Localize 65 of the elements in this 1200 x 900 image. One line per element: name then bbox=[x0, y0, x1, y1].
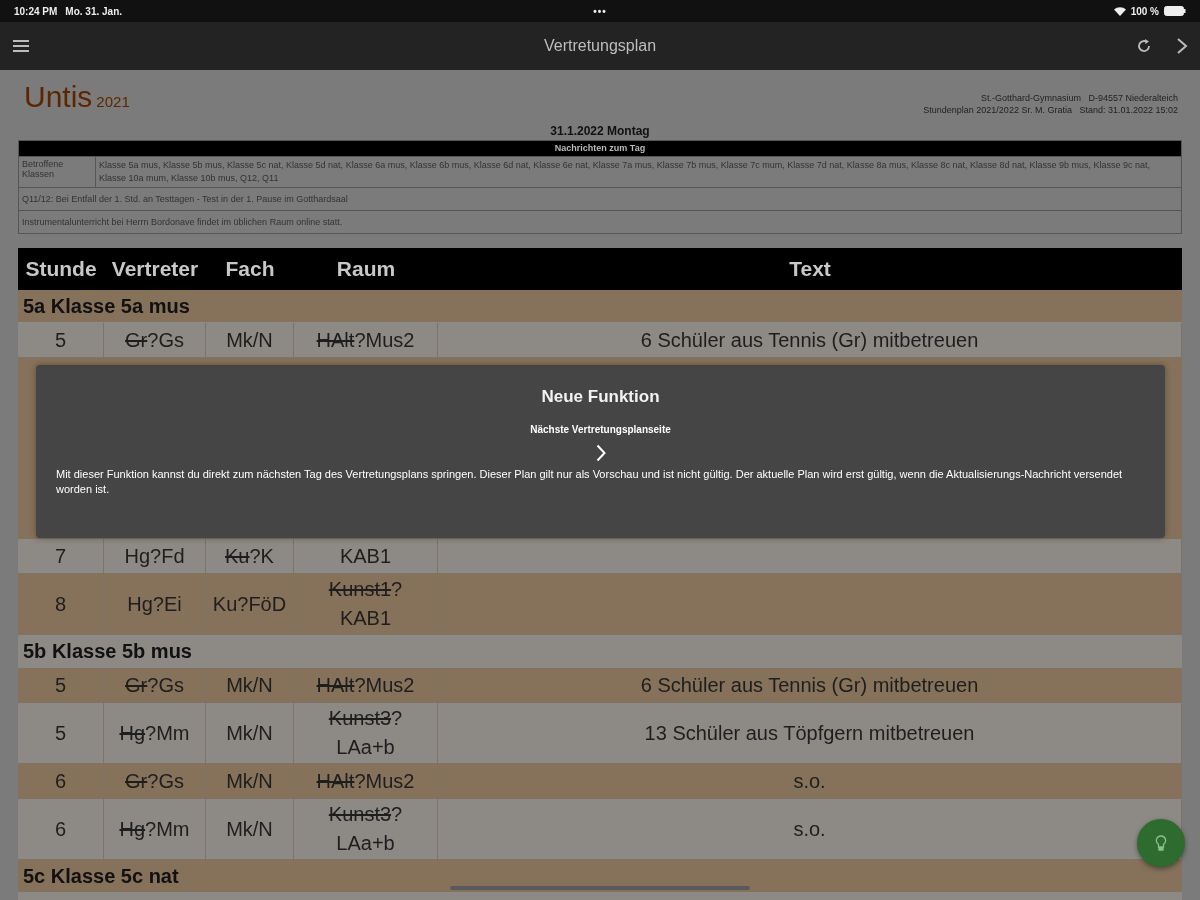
table-cell: 7 bbox=[18, 539, 104, 574]
table-cell: Mk/N bbox=[206, 764, 294, 799]
group-header: 5c Klasse 5c nat bbox=[18, 860, 1182, 893]
refresh-icon[interactable] bbox=[1136, 38, 1152, 54]
dialog-title: Neue Funktion bbox=[541, 387, 660, 407]
table-cell: 5 bbox=[18, 703, 104, 764]
table-cell: HAlt?Mus2 bbox=[294, 323, 438, 358]
table-cell: Hg?Fd bbox=[104, 539, 206, 574]
plan-info: Stundenplan 2021/2022 Sr. M. Gratia Stand: 31.01.2022 15:02 bbox=[923, 104, 1178, 116]
nav-title: Vertretungsplan bbox=[543, 37, 657, 55]
multitask-dots: ••• bbox=[593, 5, 607, 17]
table-cell: 6 Schüler aus Tennis (Gr) mitbetreuen bbox=[438, 668, 1182, 703]
school-name: St.-Gotthard-Gymnasium D-94557 Niederalteich bbox=[980, 92, 1178, 104]
chevron-right-icon[interactable] bbox=[1176, 37, 1188, 55]
table-cell: Gr?Gs bbox=[104, 668, 206, 703]
table-cell: Hg?Mm bbox=[104, 799, 206, 860]
table-cell: Hg?Mm bbox=[104, 703, 206, 764]
dialog-text: Mit dieser Funktion kannst du direkt zum nächsten Tag des Vertretungsplans springen. Dieser Plan gilt nur als Vorschau und ist nicht gültig. Der aktuelle Plan wird erst gültig, wenn die Aktualisierungs-Nachricht versendet worden ist. bbox=[56, 467, 1124, 497]
wifi-icon bbox=[1113, 6, 1126, 16]
dialog-subtitle: Nächste Vertretungsplanseite bbox=[530, 424, 671, 435]
column-header: Raum bbox=[294, 248, 438, 290]
table-cell: s.o. bbox=[438, 799, 1182, 860]
table-cell: Mk/N bbox=[206, 668, 294, 703]
table-cell: 5 bbox=[18, 323, 104, 358]
table-cell: KAB1 bbox=[294, 539, 438, 574]
news-message: Instrumentalunterricht bei Herrn Bordonave findet im üblichen Raum online statt. bbox=[19, 210, 1181, 233]
table-cell: 5 bbox=[18, 668, 104, 703]
table-cell: HAlt?Mus2 bbox=[294, 668, 438, 703]
column-header: Stunde bbox=[18, 248, 104, 290]
column-header: Fach bbox=[206, 248, 294, 290]
menu-icon[interactable] bbox=[12, 39, 30, 53]
table-cell: Hg?Ei bbox=[104, 574, 206, 635]
table-cell: Ku?K bbox=[206, 539, 294, 574]
table-cell: Gr?Gs bbox=[104, 764, 206, 799]
table-cell: Mk/N bbox=[206, 799, 294, 860]
table-cell: Mk/N bbox=[206, 323, 294, 358]
column-header: Text bbox=[438, 248, 1182, 290]
table-cell: 13 Schüler aus Töpfgern mitbetreuen bbox=[438, 703, 1182, 764]
battery-level: 100 % bbox=[1130, 5, 1159, 17]
table-cell: 6 Schüler aus Tennis (Gr) mitbetreuen bbox=[438, 323, 1182, 358]
table-cell: Gr?Gs bbox=[104, 323, 206, 358]
lightbulb-icon bbox=[1155, 835, 1167, 851]
table-cell: Ku?FöD bbox=[206, 574, 294, 635]
logo-year: 2021 bbox=[96, 93, 130, 110]
table-cell: 6 bbox=[18, 764, 104, 799]
status-time: 10:24 PM bbox=[14, 5, 58, 17]
table-cell: Kunst3? LAa+b bbox=[294, 703, 438, 764]
table-cell: Mk/N bbox=[206, 703, 294, 764]
table-cell: HAlt?Mus2 bbox=[294, 764, 438, 799]
table-cell: Kunst3? LAa+b bbox=[294, 799, 438, 860]
battery-icon bbox=[1164, 6, 1186, 16]
column-header: Vertreter bbox=[104, 248, 206, 290]
group-header: 5b Klasse 5b mus bbox=[18, 635, 1182, 668]
status-date: Mo. 31. Jan. bbox=[65, 5, 123, 17]
news-label: Betroffene Klassen bbox=[19, 157, 96, 187]
table-cell: 6 bbox=[18, 799, 104, 860]
news-title: Nachrichten zum Tag bbox=[19, 141, 1181, 156]
date-title: 31.1.2022 Montag bbox=[549, 124, 651, 140]
affected-classes: Klasse 5a mus, Klasse 5b mus, Klasse 5c nat, Klasse 5d nat, Klasse 6a mus, Klasse 6b mus, Klasse 6d nat, Klasse 6e nat, Klasse 7a mus, Klasse 7b mus, Klasse 7c mum, Klasse 7d nat, Klasse 8a mus, Klasse 8c nat, Klasse 8d nat, Klasse 9b mus, Klasse 9c nat, Klasse 10a mum, Klasse 10b mus, Q12, Q11 bbox=[98, 159, 1152, 185]
logo-text: Untis bbox=[24, 80, 93, 114]
table-cell: Kunst1? KAB1 bbox=[294, 574, 438, 635]
group-header: 5a Klasse 5a mus bbox=[18, 290, 1182, 323]
chevron-right-icon bbox=[595, 444, 606, 462]
table-cell: s.o. bbox=[438, 764, 1182, 799]
table-cell: 8 bbox=[18, 574, 104, 635]
